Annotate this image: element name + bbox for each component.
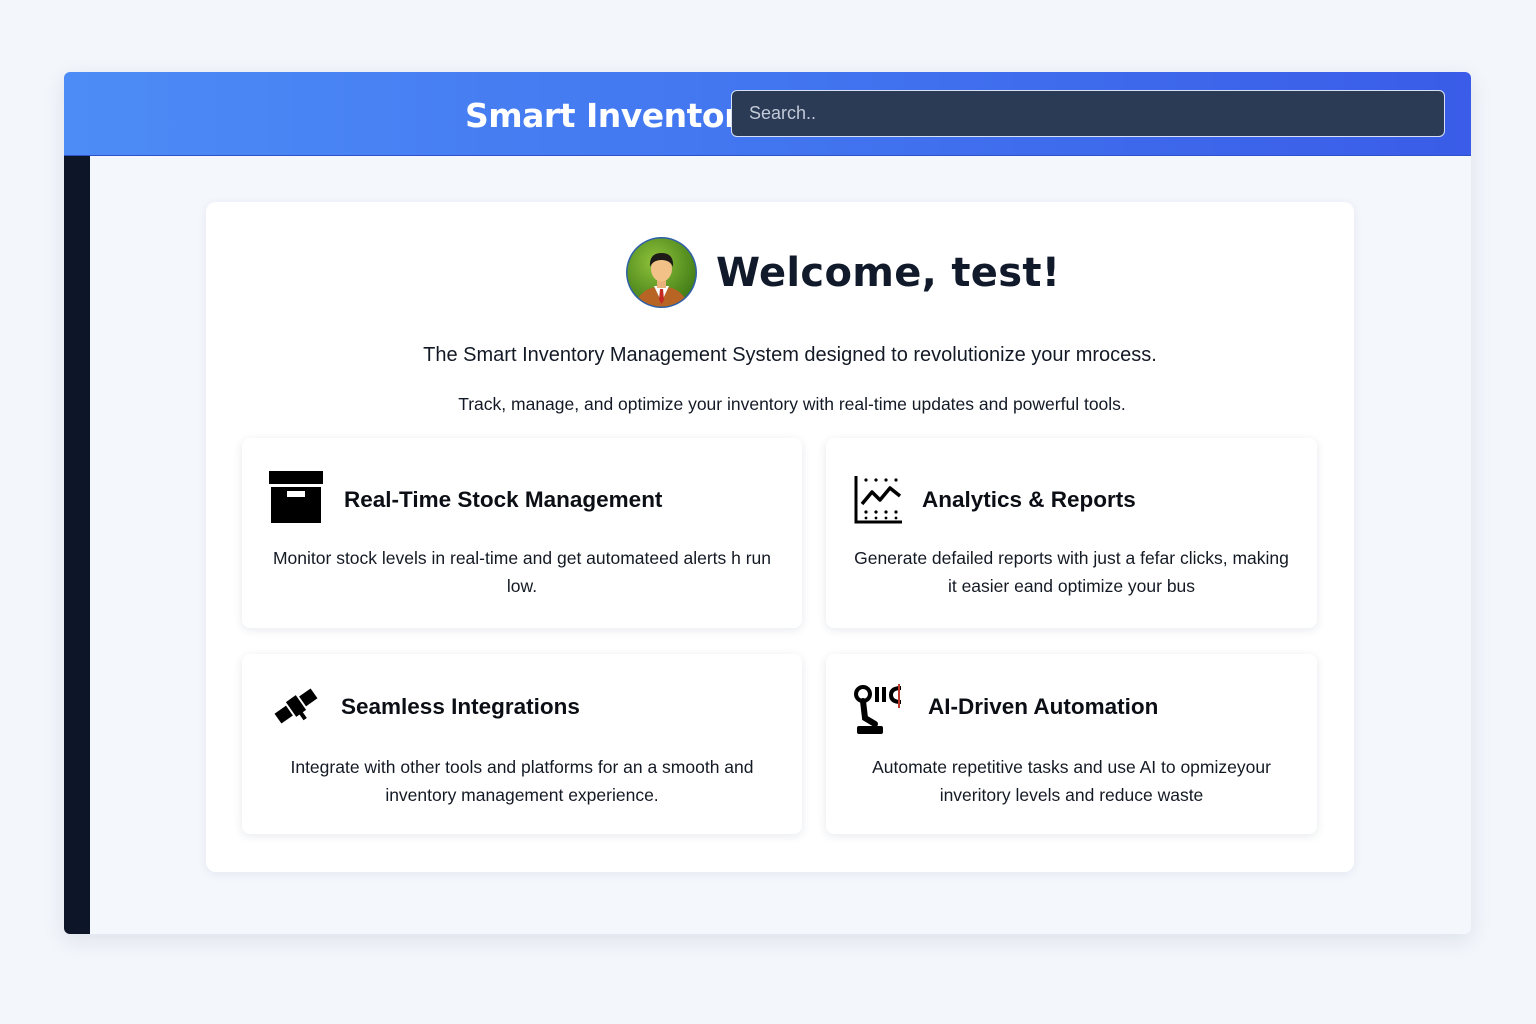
user-avatar-icon: [625, 236, 698, 309]
feature-description: Automate repetitive tasks and use AI to …: [872, 757, 1271, 805]
welcome-panel: Welcome, test! The Smart Inventory Manag…: [206, 202, 1354, 872]
intro-text-secondary: Track, manage, and optimize your invento…: [458, 394, 1126, 414]
feature-description: Monitor stock levels in real-time and ge…: [272, 548, 772, 596]
app-title: Smart Inventory: [465, 96, 761, 135]
feature-title: AI-Driven Automation: [928, 694, 1159, 719]
analytics-chart-icon: [854, 474, 904, 529]
feature-card-automation[interactable]: AI-Driven Automation Automate repetitive…: [826, 654, 1317, 834]
feature-description: Generate defailed reports with just a fe…: [854, 548, 1289, 596]
feature-card-integrations[interactable]: Seamless Integrations Integrate with oth…: [242, 654, 802, 834]
feature-description: Integrate with other tools and platforms…: [290, 757, 754, 805]
welcome-header: Welcome, test!: [206, 236, 1354, 312]
feature-title: Real-Time Stock Management: [344, 487, 663, 512]
feature-title: Seamless Integrations: [341, 694, 580, 719]
welcome-title: Welcome, test!: [716, 250, 1061, 296]
search-input[interactable]: [731, 90, 1445, 137]
header-bar: Smart Inventory: [64, 72, 1471, 156]
feature-card-stock-management[interactable]: Real-Time Stock Management Monitor stock…: [242, 438, 802, 628]
app-window: Smart Inventory Search.. Welcome, test! …: [64, 72, 1471, 934]
sidebar: [64, 156, 90, 934]
feature-card-analytics[interactable]: Analytics & Reports Generate defailed re…: [826, 438, 1317, 628]
feature-title: Analytics & Reports: [922, 487, 1136, 512]
intro-text-primary: The Smart Inventory Management System de…: [423, 344, 1157, 366]
archive-box-icon: [269, 471, 325, 530]
satellite-icon: [272, 684, 320, 733]
robot-arm-icon: [853, 684, 909, 741]
